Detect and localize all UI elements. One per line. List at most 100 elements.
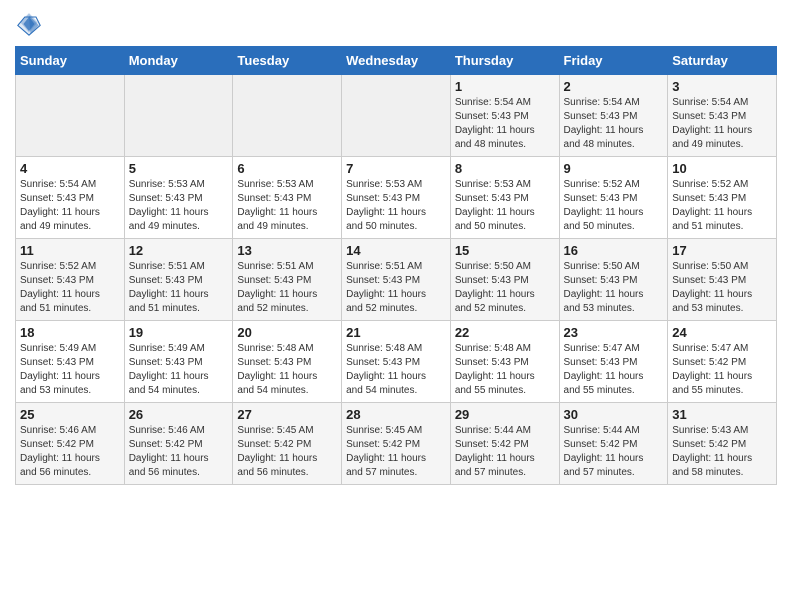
day-info: Sunrise: 5:49 AM Sunset: 5:43 PM Dayligh… <box>20 342 120 398</box>
calendar-week-row: 25Sunrise: 5:46 AM Sunset: 5:42 PM Dayli… <box>16 403 777 485</box>
calendar-cell: 14 Sunrise: 5:51 AM Sunset: 5:43 PM Dayli… <box>342 239 451 321</box>
day-info: Sunrise: 5:48 AM Sunset: 5:43 PM Dayligh… <box>237 342 337 398</box>
day-info: Sunrise: 5:48 AM Sunset: 5:43 PM Dayligh… <box>346 342 446 398</box>
day-info: Sunrise: 5:45 AM Sunset: 5:42 PM Dayligh… <box>237 424 337 480</box>
calendar-cell: 21 Sunrise: 5:48 AM Sunset: 5:43 PM Dayli… <box>342 321 451 403</box>
day-number: 6 <box>237 161 337 176</box>
calendar-cell: 22Sunrise: 5:48 AM Sunset: 5:43 PM Dayli… <box>450 321 559 403</box>
day-info: Sunrise: 5:54 AM Sunset: 5:43 PM Dayligh… <box>20 178 120 234</box>
weekday-header-saturday: Saturday <box>668 47 777 75</box>
day-number: 5 <box>129 161 229 176</box>
day-number: 8 <box>455 161 555 176</box>
day-info: Sunrise: 5:51 AM Sunset: 5:43 PM Dayligh… <box>237 260 337 316</box>
day-info: Sunrise: 5:47 AM Sunset: 5:42 PM Dayligh… <box>672 342 772 398</box>
calendar-week-row: 11Sunrise: 5:52 AM Sunset: 5:43 PM Dayli… <box>16 239 777 321</box>
calendar-cell: 6 Sunrise: 5:53 AM Sunset: 5:43 PM Daylig… <box>233 157 342 239</box>
calendar-cell: 23 Sunrise: 5:47 AM Sunset: 5:43 PM Dayli… <box>559 321 668 403</box>
calendar-cell: 3 Sunrise: 5:54 AM Sunset: 5:43 PM Daylig… <box>668 75 777 157</box>
day-info: Sunrise: 5:45 AM Sunset: 5:42 PM Dayligh… <box>346 424 446 480</box>
calendar-cell: 8 Sunrise: 5:53 AM Sunset: 5:43 PM Daylig… <box>450 157 559 239</box>
calendar-cell: 4 Sunrise: 5:54 AM Sunset: 5:43 PM Daylig… <box>16 157 125 239</box>
day-number: 2 <box>564 79 664 94</box>
calendar-cell <box>124 75 233 157</box>
logo <box>15 10 47 38</box>
calendar-header: SundayMondayTuesdayWednesdayThursdayFrid… <box>16 47 777 75</box>
calendar-cell: 30Sunrise: 5:44 AM Sunset: 5:42 PM Dayli… <box>559 403 668 485</box>
calendar-cell: 25Sunrise: 5:46 AM Sunset: 5:42 PM Dayli… <box>16 403 125 485</box>
day-number: 23 <box>564 325 664 340</box>
day-number: 31 <box>672 407 772 422</box>
day-number: 16 <box>564 243 664 258</box>
day-info: Sunrise: 5:54 AM Sunset: 5:43 PM Dayligh… <box>455 96 555 152</box>
day-info: Sunrise: 5:46 AM Sunset: 5:42 PM Dayligh… <box>129 424 229 480</box>
calendar-cell: 24 Sunrise: 5:47 AM Sunset: 5:42 PM Dayli… <box>668 321 777 403</box>
day-info: Sunrise: 5:53 AM Sunset: 5:43 PM Dayligh… <box>129 178 229 234</box>
calendar-cell: 18 Sunrise: 5:49 AM Sunset: 5:43 PM Dayli… <box>16 321 125 403</box>
calendar-cell: 17Sunrise: 5:50 AM Sunset: 5:43 PM Dayli… <box>668 239 777 321</box>
day-number: 15 <box>455 243 555 258</box>
day-number: 18 <box>20 325 120 340</box>
page-header <box>15 10 777 38</box>
day-number: 10 <box>672 161 772 176</box>
day-number: 17 <box>672 243 772 258</box>
day-info: Sunrise: 5:47 AM Sunset: 5:43 PM Dayligh… <box>564 342 664 398</box>
day-number: 7 <box>346 161 446 176</box>
calendar-cell <box>233 75 342 157</box>
day-number: 4 <box>20 161 120 176</box>
calendar-cell: 11Sunrise: 5:52 AM Sunset: 5:43 PM Dayli… <box>16 239 125 321</box>
day-number: 3 <box>672 79 772 94</box>
day-number: 21 <box>346 325 446 340</box>
day-info: Sunrise: 5:49 AM Sunset: 5:43 PM Dayligh… <box>129 342 229 398</box>
day-info: Sunrise: 5:51 AM Sunset: 5:43 PM Dayligh… <box>129 260 229 316</box>
calendar-cell: 15 Sunrise: 5:50 AM Sunset: 5:43 PM Dayli… <box>450 239 559 321</box>
day-number: 26 <box>129 407 229 422</box>
calendar-cell <box>16 75 125 157</box>
weekday-header-thursday: Thursday <box>450 47 559 75</box>
calendar-cell: 13 Sunrise: 5:51 AM Sunset: 5:43 PM Dayli… <box>233 239 342 321</box>
day-info: Sunrise: 5:52 AM Sunset: 5:43 PM Dayligh… <box>672 178 772 234</box>
calendar-cell: 12 Sunrise: 5:51 AM Sunset: 5:43 PM Dayli… <box>124 239 233 321</box>
calendar-table: SundayMondayTuesdayWednesdayThursdayFrid… <box>15 46 777 485</box>
day-number: 12 <box>129 243 229 258</box>
calendar-cell: 16 Sunrise: 5:50 AM Sunset: 5:43 PM Dayli… <box>559 239 668 321</box>
day-number: 20 <box>237 325 337 340</box>
calendar-week-row: 1 Sunrise: 5:54 AM Sunset: 5:43 PM Daylig… <box>16 75 777 157</box>
day-info: Sunrise: 5:44 AM Sunset: 5:42 PM Dayligh… <box>455 424 555 480</box>
day-number: 22 <box>455 325 555 340</box>
day-number: 14 <box>346 243 446 258</box>
day-info: Sunrise: 5:53 AM Sunset: 5:43 PM Dayligh… <box>237 178 337 234</box>
calendar-cell: 29 Sunrise: 5:44 AM Sunset: 5:42 PM Dayli… <box>450 403 559 485</box>
day-info: Sunrise: 5:54 AM Sunset: 5:43 PM Dayligh… <box>672 96 772 152</box>
day-info: Sunrise: 5:52 AM Sunset: 5:43 PM Dayligh… <box>564 178 664 234</box>
day-info: Sunrise: 5:53 AM Sunset: 5:43 PM Dayligh… <box>455 178 555 234</box>
calendar-cell: 19Sunrise: 5:49 AM Sunset: 5:43 PM Dayli… <box>124 321 233 403</box>
day-number: 1 <box>455 79 555 94</box>
day-info: Sunrise: 5:46 AM Sunset: 5:42 PM Dayligh… <box>20 424 120 480</box>
day-info: Sunrise: 5:50 AM Sunset: 5:43 PM Dayligh… <box>564 260 664 316</box>
weekday-header-friday: Friday <box>559 47 668 75</box>
calendar-cell: 26 Sunrise: 5:46 AM Sunset: 5:42 PM Dayli… <box>124 403 233 485</box>
day-number: 11 <box>20 243 120 258</box>
day-info: Sunrise: 5:43 AM Sunset: 5:42 PM Dayligh… <box>672 424 772 480</box>
day-info: Sunrise: 5:50 AM Sunset: 5:43 PM Dayligh… <box>455 260 555 316</box>
day-info: Sunrise: 5:51 AM Sunset: 5:43 PM Dayligh… <box>346 260 446 316</box>
weekday-header-monday: Monday <box>124 47 233 75</box>
day-info: Sunrise: 5:54 AM Sunset: 5:43 PM Dayligh… <box>564 96 664 152</box>
weekday-header-tuesday: Tuesday <box>233 47 342 75</box>
day-number: 24 <box>672 325 772 340</box>
day-number: 29 <box>455 407 555 422</box>
calendar-cell: 27 Sunrise: 5:45 AM Sunset: 5:42 PM Dayli… <box>233 403 342 485</box>
calendar-cell: 20 Sunrise: 5:48 AM Sunset: 5:43 PM Dayli… <box>233 321 342 403</box>
calendar-cell: 9 Sunrise: 5:52 AM Sunset: 5:43 PM Daylig… <box>559 157 668 239</box>
day-number: 9 <box>564 161 664 176</box>
day-number: 13 <box>237 243 337 258</box>
weekday-header-wednesday: Wednesday <box>342 47 451 75</box>
calendar-cell: 31 Sunrise: 5:43 AM Sunset: 5:42 PM Dayli… <box>668 403 777 485</box>
calendar-cell <box>342 75 451 157</box>
weekday-header-sunday: Sunday <box>16 47 125 75</box>
calendar-week-row: 18 Sunrise: 5:49 AM Sunset: 5:43 PM Dayli… <box>16 321 777 403</box>
day-number: 28 <box>346 407 446 422</box>
day-number: 27 <box>237 407 337 422</box>
calendar-week-row: 4 Sunrise: 5:54 AM Sunset: 5:43 PM Daylig… <box>16 157 777 239</box>
calendar-cell: 2 Sunrise: 5:54 AM Sunset: 5:43 PM Daylig… <box>559 75 668 157</box>
